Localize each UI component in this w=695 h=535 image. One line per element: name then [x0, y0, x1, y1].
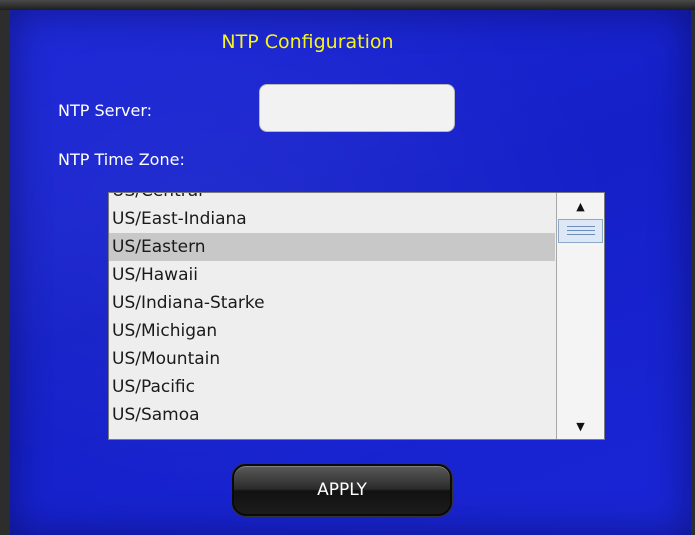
list-item[interactable]: US/Hawaii [109, 261, 555, 289]
list-item[interactable]: US/East-Indiana [109, 205, 555, 233]
thumb-grip-line [567, 234, 595, 235]
scroll-down-button[interactable]: ▼ [557, 415, 604, 437]
thumb-grip-line [567, 226, 595, 227]
ntp-server-label: NTP Server: [58, 101, 153, 120]
apply-button[interactable]: APPLY [232, 464, 452, 516]
scroll-thumb[interactable] [558, 219, 603, 243]
ntp-configuration-panel: NTP Configuration NTP Server: NTP Time Z… [10, 10, 691, 535]
top-bar [0, 0, 695, 10]
time-zone-items: US/Central US/East-Indiana US/Eastern US… [109, 193, 555, 429]
list-item[interactable]: US/Michigan [109, 317, 555, 345]
list-item[interactable]: US/Pacific [109, 373, 555, 401]
thumb-grip-line [567, 230, 595, 231]
list-item-selected[interactable]: US/Eastern [109, 233, 555, 261]
page-title: NTP Configuration [221, 31, 394, 53]
list-item[interactable]: US/Indiana-Starke [109, 289, 555, 317]
list-item[interactable]: US/Samoa [109, 401, 555, 429]
triangle-down-icon: ▼ [576, 419, 585, 433]
list-item[interactable]: US/Central [109, 193, 555, 205]
triangle-up-icon: ▲ [576, 199, 585, 213]
screen: NTP Configuration NTP Server: NTP Time Z… [0, 0, 695, 535]
list-item[interactable]: US/Mountain [109, 345, 555, 373]
time-zone-list[interactable]: US/Central US/East-Indiana US/Eastern US… [108, 192, 605, 440]
vertical-scrollbar[interactable]: ▲ ▼ [556, 193, 604, 439]
scroll-up-button[interactable]: ▲ [557, 195, 604, 217]
ntp-server-input[interactable] [259, 84, 455, 132]
ntp-time-zone-label: NTP Time Zone: [58, 150, 185, 169]
